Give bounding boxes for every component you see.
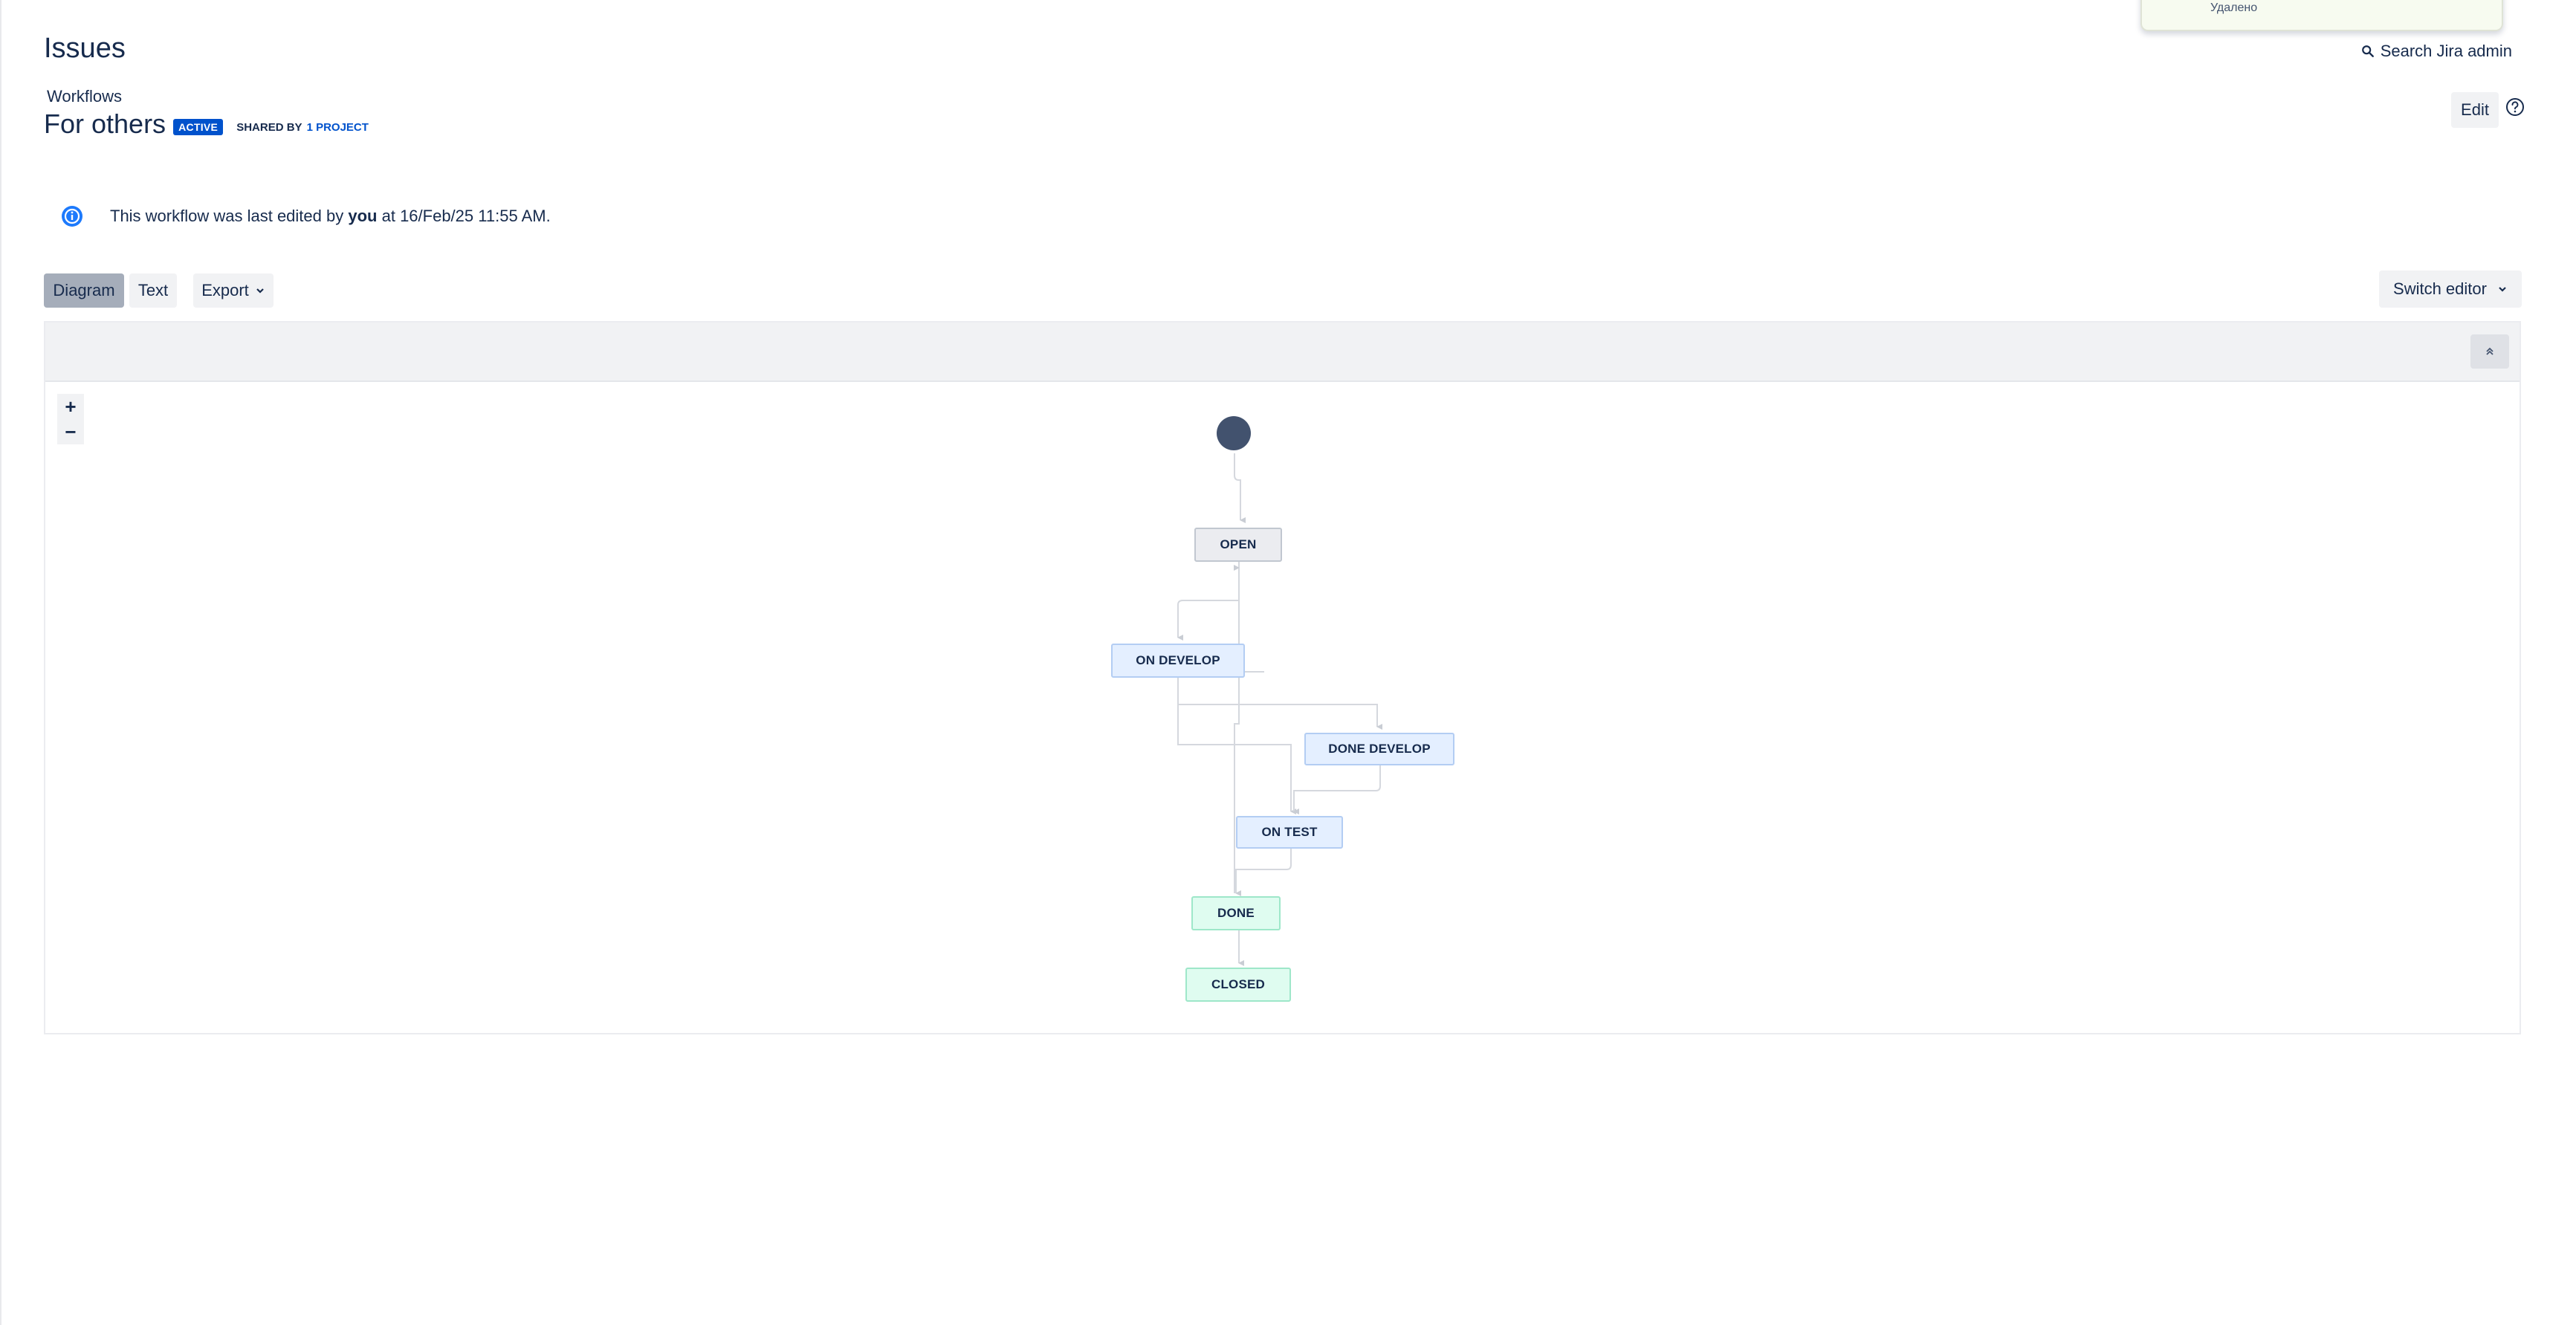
page-left-border: [0, 0, 1, 1325]
transition-ondevelop-donedevelop: [1177, 678, 1382, 730]
transition-start-open: [1234, 453, 1246, 523]
info-message: This workflow was last edited by you at …: [44, 193, 551, 239]
help-icon[interactable]: [2505, 97, 2525, 117]
chevron-down-icon: [256, 288, 264, 294]
chevron-down-icon: [2499, 287, 2506, 292]
status-on-test[interactable]: ON TEST: [1236, 816, 1343, 849]
info-icon: [62, 206, 82, 227]
workflow-diagram: + − OPEN ON DEVELOP DONE DEVELOP ON TEST…: [44, 321, 2521, 1034]
page-header-title: Issues: [44, 33, 126, 64]
shared-projects-link[interactable]: 1 PROJECT: [307, 121, 369, 134]
breadcrumb-workflows[interactable]: Workflows: [47, 87, 122, 106]
status-open[interactable]: OPEN: [1194, 528, 1282, 562]
search-jira-admin-link[interactable]: Search Jira admin: [2361, 42, 2512, 61]
switch-editor-button[interactable]: Switch editor: [2379, 270, 2522, 308]
toast-text: Удалено: [2210, 1, 2258, 14]
workflow-name: For others: [44, 108, 166, 139]
transition-donedevelop-ontest: [1293, 765, 1381, 814]
transition-open-ondevelop: [1177, 561, 1240, 641]
transition-ontest-done: [1235, 849, 1292, 896]
status-badge: ACTIVE: [173, 119, 224, 135]
workflow-title-row: For others ACTIVE SHARED BY 1 PROJECT: [44, 108, 369, 140]
export-dropdown-button[interactable]: Export: [193, 273, 274, 308]
status-on-develop[interactable]: ON DEVELOP: [1111, 644, 1245, 678]
tab-text[interactable]: Text: [129, 273, 177, 308]
status-done-develop[interactable]: DONE DEVELOP: [1304, 733, 1454, 765]
info-message-user: you: [348, 207, 378, 225]
info-message-text: This workflow was last edited by you at …: [110, 207, 551, 225]
transition-lines: [1177, 453, 1382, 966]
status-closed[interactable]: CLOSED: [1185, 968, 1291, 1002]
shared-by-label: SHARED BY 1 PROJECT: [236, 120, 369, 134]
search-jira-admin-label: Search Jira admin: [2380, 42, 2512, 60]
status-done[interactable]: DONE: [1191, 896, 1281, 930]
tab-diagram[interactable]: Diagram: [44, 273, 124, 308]
edit-button[interactable]: Edit: [2451, 92, 2499, 128]
notification-toast[interactable]: Удалено: [2140, 0, 2503, 31]
workflow-start-node: [1217, 416, 1251, 450]
search-icon: [2361, 45, 2374, 57]
export-label: Export: [201, 281, 249, 299]
switch-editor-label: Switch editor: [2393, 279, 2487, 298]
